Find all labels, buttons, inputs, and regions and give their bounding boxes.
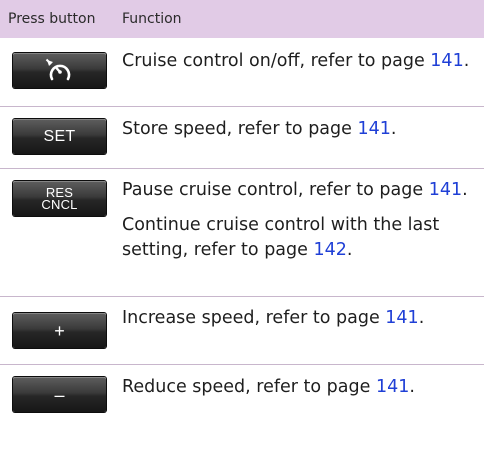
function-text-part: Cruise control on/off, refer to page [122,51,431,71]
table-row: – Reduce speed, refer to page 141. [0,364,484,472]
function-text: Reduce speed, refer to page 141. [122,375,478,400]
function-cell: Reduce speed, refer to page 141. [122,365,484,472]
header-press-button: Press button [8,11,96,27]
page-link[interactable]: 141 [430,51,463,71]
function-text-part: Pause cruise control, refer to page [122,180,429,200]
function-text-part: Increase speed, refer to page [122,308,386,328]
function-text-part: . [390,119,397,139]
cruise-control-button[interactable] [13,53,106,88]
function-text-part: . [462,180,468,200]
function-text: Increase speed, refer to page 141. [122,306,478,331]
table-row: RES CNCL Pause cruise control, refer to … [0,168,484,296]
page-link[interactable]: 141 [376,377,409,397]
function-text-part: Reduce speed, refer to page [122,377,376,397]
page-link[interactable]: 141 [357,119,390,139]
button-function-table: Press button Function Cruise control on/… [0,0,484,472]
function-text-part: . [346,240,353,260]
header-function: Function [122,11,182,27]
button-cell [0,38,122,106]
function-cell: Increase speed, refer to page 141. [122,297,484,364]
res-cncl-button-label: RES CNCL [41,186,78,212]
page-link[interactable]: 141 [385,308,418,328]
table-row: + Increase speed, refer to page 141. [0,296,484,364]
page-link[interactable]: 142 [313,240,346,260]
function-text-part: Continue cruise control with the last se… [122,215,440,260]
table-header: Press button Function [0,0,484,38]
function-text: Continue cruise control with the last se… [122,213,478,263]
function-text-part: . [409,377,415,397]
page-link[interactable]: 141 [429,180,462,200]
increase-speed-button[interactable]: + [13,313,106,348]
function-cell: Store speed, refer to page 141. [122,107,484,168]
cruise-control-icon [45,58,70,80]
reduce-speed-button[interactable]: – [13,377,106,412]
function-cell: Cruise control on/off, refer to page 141… [122,38,484,106]
function-text: Pause cruise control, refer to page 141. [122,178,478,203]
button-cell: SET [0,107,122,168]
button-cell: + [0,297,122,364]
set-button[interactable]: SET [13,119,106,154]
function-text-part: . [463,51,470,71]
table-row: Cruise control on/off, refer to page 141… [0,38,484,106]
function-cell: Pause cruise control, refer to page 141.… [122,169,484,296]
set-button-label: SET [43,127,76,145]
table-row: SET Store speed, refer to page 141. [0,106,484,168]
function-text-part: Store speed, refer to page [122,119,358,139]
minus-icon: – [54,384,65,405]
button-cell: – [0,365,122,472]
function-text: Cruise control on/off, refer to page 141… [122,49,478,74]
cncl-label: CNCL [41,196,78,212]
function-text-part: . [418,308,425,328]
function-text: Store speed, refer to page 141. [122,117,478,142]
res-cncl-button[interactable]: RES CNCL [13,181,106,216]
button-cell: RES CNCL [0,169,122,296]
plus-icon: + [54,320,65,341]
